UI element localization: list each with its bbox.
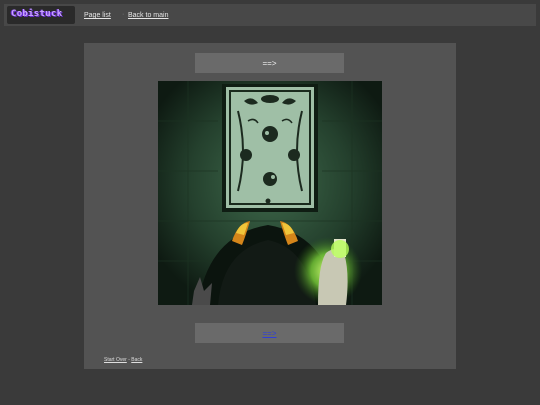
start-over-link[interactable]: Start Over	[104, 357, 127, 363]
page-command-title: ==>	[195, 53, 344, 73]
page-list-link[interactable]: Page list	[84, 12, 111, 19]
nav-separator: ·	[122, 11, 125, 18]
back-to-main-link[interactable]: Back to main	[128, 12, 168, 19]
dungeon-mural-image	[158, 81, 382, 305]
back-link[interactable]: Back	[131, 357, 142, 363]
logo-text: Cobistuck	[11, 9, 63, 19]
comic-illustration	[158, 81, 382, 305]
next-page-command-box[interactable]: ==>	[195, 323, 344, 343]
footer-separator: -	[128, 357, 130, 363]
page-command-text: ==>	[262, 59, 277, 68]
comic-panel: ==> ==> Start Over - Back	[84, 43, 456, 369]
next-page-link[interactable]: ==>	[262, 329, 276, 338]
site-logo[interactable]: Cobistuck	[7, 6, 75, 24]
page-footer: Start Over - Back	[104, 357, 142, 363]
top-navigation-bar: Cobistuck Page list · Back to main	[4, 4, 536, 26]
